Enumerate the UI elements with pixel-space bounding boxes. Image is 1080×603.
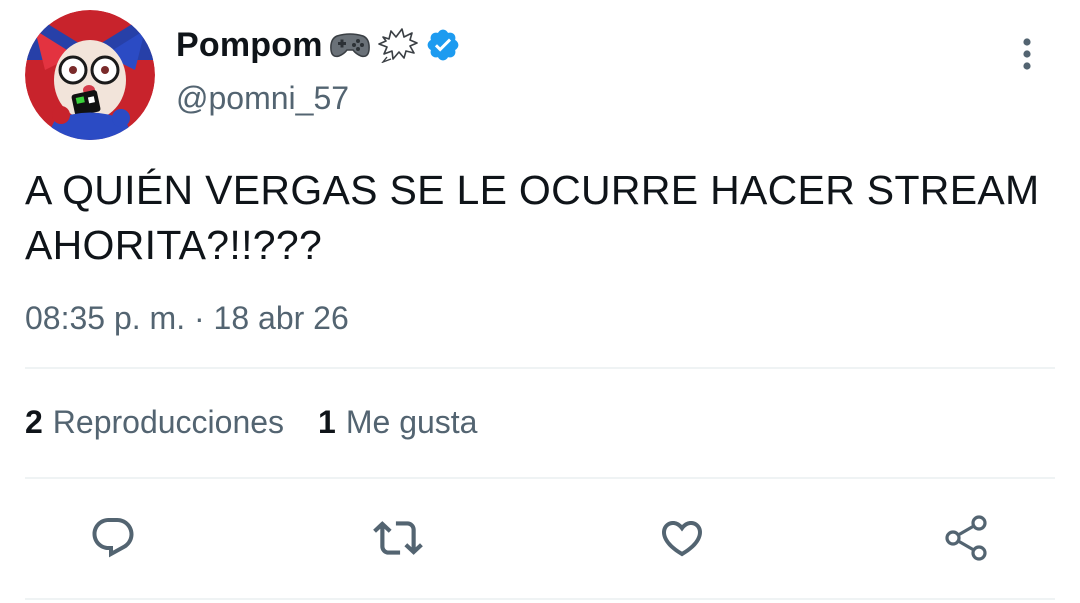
share-icon bbox=[945, 515, 987, 561]
game-controller-emoji-icon bbox=[329, 30, 371, 60]
likes-stat[interactable]: 1 Me gusta bbox=[318, 404, 477, 441]
likes-count: 1 bbox=[318, 404, 336, 440]
like-button[interactable] bbox=[656, 512, 708, 564]
divider bbox=[25, 477, 1055, 479]
retweet-button[interactable] bbox=[372, 512, 424, 564]
timestamp-separator: · bbox=[185, 300, 214, 336]
tweet-timestamp[interactable]: 08:35 p. m. · 18 abr 26 bbox=[25, 300, 349, 337]
share-button[interactable] bbox=[941, 512, 993, 564]
tweet-detail: Pompom @pomni_57 A QUIÉN VERGAS SE LE OC… bbox=[0, 0, 1080, 603]
reply-icon bbox=[92, 518, 134, 558]
tweet-time: 08:35 p. m. bbox=[25, 300, 186, 336]
tweet-date: 18 abr 26 bbox=[213, 300, 349, 336]
display-name[interactable]: Pompom bbox=[176, 26, 323, 65]
likes-label: Me gusta bbox=[345, 404, 478, 440]
reply-button[interactable] bbox=[87, 512, 139, 564]
views-label: Reproducciones bbox=[52, 404, 285, 440]
like-icon bbox=[661, 521, 703, 557]
tweet-text-line-1: A QUIÉN VERGAS SE LE OCURRE HACER STREAM bbox=[25, 167, 1040, 213]
tweet-stats: 2 Reproducciones 1 Me gusta bbox=[25, 404, 477, 441]
tweet-text: A QUIÉN VERGAS SE LE OCURRE HACER STREAM… bbox=[25, 163, 1055, 273]
verified-badge-icon[interactable] bbox=[425, 27, 461, 63]
views-count: 2 bbox=[25, 404, 43, 440]
author-handle[interactable]: @pomni_57 bbox=[176, 80, 349, 117]
anger-bubble-emoji-icon bbox=[377, 27, 419, 63]
views-stat[interactable]: 2 Reproducciones bbox=[25, 404, 284, 441]
more-options-icon[interactable] bbox=[1010, 34, 1044, 74]
tweet-text-line-2: AHORITA?!!??? bbox=[25, 222, 323, 268]
retweet-icon bbox=[373, 521, 423, 555]
divider bbox=[25, 598, 1055, 600]
avatar[interactable] bbox=[25, 10, 155, 140]
divider bbox=[25, 367, 1055, 369]
author-name-row[interactable]: Pompom bbox=[176, 22, 461, 68]
